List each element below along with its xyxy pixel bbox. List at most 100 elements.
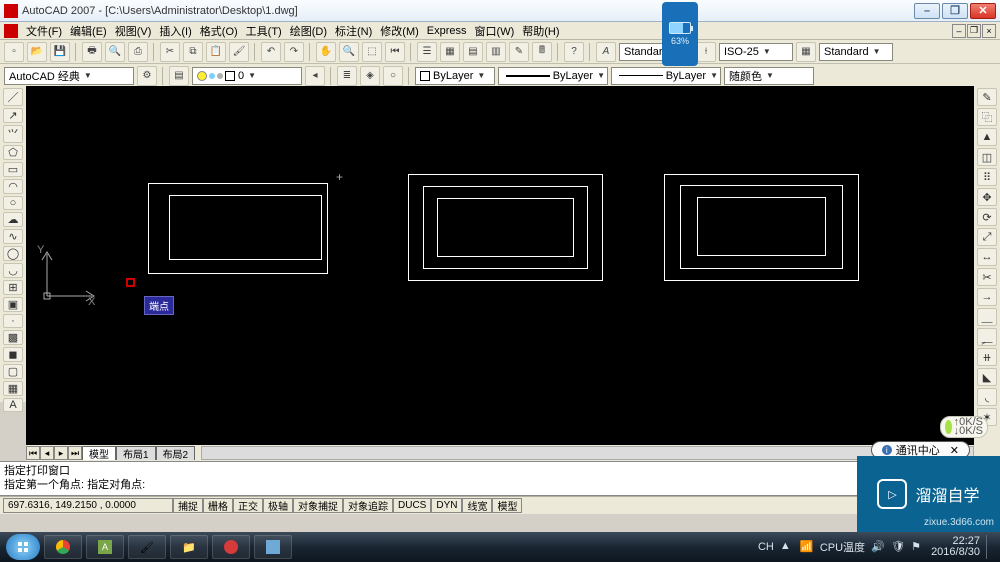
insert-block-icon[interactable]: ⊞ — [3, 280, 23, 295]
mtext-icon[interactable]: A — [3, 398, 23, 412]
tray-cpu-label[interactable]: CPU温度 — [820, 539, 865, 555]
open-icon[interactable]: 📂 — [27, 42, 47, 62]
tab-next-icon[interactable]: ▸ — [54, 446, 68, 460]
workspace-settings-icon[interactable]: ⚙ — [137, 66, 157, 86]
layer-manager-icon[interactable]: ▤ — [169, 66, 189, 86]
layer-prev-icon[interactable]: ◂ — [305, 66, 325, 86]
taskbar-app6-icon[interactable] — [254, 535, 292, 559]
menu-modify[interactable]: 修改(M) — [376, 23, 423, 39]
arc-icon[interactable]: ◠ — [3, 179, 23, 194]
new-icon[interactable]: ▫ — [4, 42, 24, 62]
tab-layout2[interactable]: 布局2 — [156, 446, 196, 460]
extend-icon[interactable]: → — [977, 288, 997, 306]
cut-icon[interactable]: ✂ — [160, 42, 180, 62]
array-icon[interactable]: ⠿ — [977, 168, 997, 186]
polygon-icon[interactable]: ⬠ — [3, 145, 23, 160]
point-icon[interactable]: · — [3, 314, 23, 328]
tray-clock[interactable]: 22:27 2016/8/30 — [931, 536, 980, 558]
stretch-icon[interactable]: ↔ — [977, 248, 997, 266]
menu-tools[interactable]: 工具(T) — [242, 23, 286, 39]
polyline-icon[interactable]: ⺍ — [3, 125, 23, 143]
xline-icon[interactable]: ↗ — [3, 108, 23, 123]
layer-iso-icon[interactable]: ◈ — [360, 66, 380, 86]
minimize-button[interactable]: – — [914, 3, 940, 19]
toggle-grid[interactable]: 栅格 — [203, 498, 233, 513]
break-icon[interactable]: ⸐ — [977, 328, 997, 346]
toggle-otrack[interactable]: 对象追踪 — [343, 498, 393, 513]
toggle-model[interactable]: 模型 — [492, 498, 522, 513]
mdi-close-button[interactable]: × — [982, 24, 996, 38]
menu-help[interactable]: 帮助(H) — [518, 23, 563, 39]
break-at-icon[interactable]: ⸏ — [977, 308, 997, 326]
taskbar-paint-icon[interactable]: 🖌 — [128, 535, 166, 559]
menu-insert[interactable]: 插入(I) — [155, 23, 195, 39]
taskbar-autocad-icon[interactable]: A — [86, 535, 124, 559]
toggle-ducs[interactable]: DUCS — [393, 498, 431, 513]
toggle-polar[interactable]: 极轴 — [263, 498, 293, 513]
menu-file[interactable]: 文件(F) — [22, 23, 66, 39]
hatch-icon[interactable]: ▩ — [3, 330, 23, 345]
menu-view[interactable]: 视图(V) — [111, 23, 156, 39]
start-button[interactable] — [6, 534, 40, 560]
ellipse-icon[interactable]: ◯ — [3, 246, 23, 261]
publish-icon[interactable]: ⎙ — [128, 42, 148, 62]
design-center-icon[interactable]: ▦ — [440, 42, 460, 62]
tray-sound-icon[interactable]: 🔊 — [871, 540, 885, 554]
tray-flag-icon[interactable]: ⚑ — [911, 540, 925, 554]
lineweight-combo[interactable]: ByLayer▼ — [611, 67, 721, 85]
toggle-ortho[interactable]: 正交 — [233, 498, 263, 513]
layer-combo[interactable]: 0▼ — [192, 67, 302, 85]
print-preview-icon[interactable]: 🔍 — [105, 42, 125, 62]
markup-icon[interactable]: ✎ — [509, 42, 529, 62]
pan-icon[interactable]: ✋ — [316, 42, 336, 62]
table-style-combo[interactable]: Standard▼ — [819, 43, 893, 61]
tab-model[interactable]: 模型 — [82, 446, 116, 460]
menu-format[interactable]: 格式(O) — [196, 23, 242, 39]
toggle-dyn[interactable]: DYN — [431, 498, 462, 513]
zoom-window-icon[interactable]: ⬚ — [362, 42, 382, 62]
properties-icon[interactable]: ☰ — [417, 42, 437, 62]
redo-icon[interactable]: ↷ — [284, 42, 304, 62]
copy-obj-icon[interactable]: ⿻ — [977, 108, 997, 126]
chamfer-icon[interactable]: ◣ — [977, 368, 997, 386]
mdi-minimize-button[interactable]: – — [952, 24, 966, 38]
taskbar-explorer-icon[interactable]: 📁 — [170, 535, 208, 559]
move-icon[interactable]: ✥ — [977, 188, 997, 206]
menu-draw[interactable]: 绘图(D) — [286, 23, 331, 39]
menu-window[interactable]: 窗口(W) — [471, 23, 519, 39]
fillet-icon[interactable]: ◟ — [977, 388, 997, 406]
tray-shield-icon[interactable]: 🛡 — [891, 540, 905, 554]
comm-center-close-icon[interactable]: ✕ — [950, 444, 959, 457]
make-block-icon[interactable]: ▣ — [3, 297, 23, 312]
table-icon[interactable]: ▦ — [3, 381, 23, 396]
tab-prev-icon[interactable]: ◂ — [40, 446, 54, 460]
tab-first-icon[interactable]: ⏮ — [26, 446, 40, 460]
coords-readout[interactable]: 697.6316, 149.2150 , 0.0000 — [3, 498, 173, 513]
show-desktop-button[interactable] — [986, 535, 994, 559]
line-icon[interactable]: ／ — [3, 88, 23, 106]
close-button[interactable]: ✕ — [970, 3, 996, 19]
rotate-icon[interactable]: ⟳ — [977, 208, 997, 226]
dim-style-icon[interactable]: ⟊ — [696, 42, 716, 62]
join-icon[interactable]: ⧺ — [977, 348, 997, 366]
print-icon[interactable]: 🖶 — [82, 42, 102, 62]
help-icon[interactable]: ? — [564, 42, 584, 62]
tool-palettes-icon[interactable]: ▤ — [463, 42, 483, 62]
workspace-combo[interactable]: AutoCAD 经典▼ — [4, 67, 134, 85]
tab-layout1[interactable]: 布局1 — [116, 446, 156, 460]
toggle-lwt[interactable]: 线宽 — [462, 498, 492, 513]
zoom-realtime-icon[interactable]: 🔍 — [339, 42, 359, 62]
netspeed-widget[interactable]: ↑0K/S ↓0K/S — [940, 416, 988, 438]
mdi-restore-button[interactable]: ❐ — [967, 24, 981, 38]
toggle-osnap[interactable]: 对象捕捉 — [293, 498, 343, 513]
scale-icon[interactable]: ⤢ — [977, 228, 997, 246]
plotstyle-combo[interactable]: 随颜色▼ — [724, 67, 814, 85]
menu-dimension[interactable]: 标注(N) — [331, 23, 376, 39]
text-style-icon[interactable]: A — [596, 42, 616, 62]
rectangle-icon[interactable]: ▭ — [3, 162, 23, 177]
linetype-combo[interactable]: ByLayer▼ — [498, 67, 608, 85]
toggle-snap[interactable]: 捕捉 — [173, 498, 203, 513]
gradient-icon[interactable]: ◼ — [3, 347, 23, 362]
table-style-icon[interactable]: ▦ — [796, 42, 816, 62]
revcloud-icon[interactable]: ☁ — [3, 212, 23, 227]
